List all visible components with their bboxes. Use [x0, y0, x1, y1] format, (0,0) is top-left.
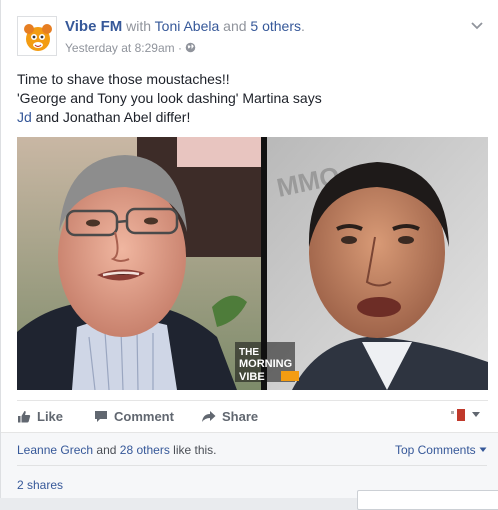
meta-separator: · [177, 41, 182, 55]
post-actions-bar: Like Comment Share [17, 400, 488, 430]
post-photo[interactable]: MMO THE MORNING VIBE [17, 137, 488, 390]
post-options-chevron-icon[interactable] [470, 18, 484, 30]
and-word: and [223, 18, 247, 34]
post-footer: Leanne Grech and 28 others like this. To… [1, 432, 498, 498]
page-avatar[interactable] [17, 16, 57, 56]
photo-caption-text: MORNING [239, 358, 292, 370]
others-link[interactable]: 5 others [250, 18, 301, 34]
shares-link[interactable]: 2 shares [17, 478, 63, 492]
comment-button[interactable]: Comment [94, 409, 174, 424]
top-comments-label: Top Comments [394, 443, 476, 457]
with-word: with [126, 18, 152, 34]
likes-and-word: and [96, 443, 117, 457]
footer-divider [17, 465, 487, 466]
caret-down-icon [479, 447, 487, 452]
like-label: Like [37, 409, 64, 424]
thumbs-up-icon [18, 410, 31, 423]
trailing-period: . [301, 18, 305, 34]
share-button[interactable]: Share [201, 409, 258, 424]
likes-suffix: like this. [173, 443, 217, 457]
mention-link[interactable]: Jd [17, 109, 32, 125]
post-text-line: Time to shave those moustaches!! [17, 71, 230, 87]
globe-icon[interactable] [185, 41, 196, 55]
top-comments-dropdown[interactable]: Top Comments [395, 443, 487, 457]
post-text-rest: and Jonathan Abel differ! [31, 109, 191, 125]
photo-image: MMO THE MORNING VIBE [17, 137, 488, 390]
post-meta: Yesterday at 8:29am · [65, 41, 196, 55]
likes-summary: Leanne Grech and 28 others like this. [17, 443, 217, 457]
tagged-person-link[interactable]: Toni Abela [155, 18, 220, 34]
vibe-fm-logo-icon [18, 17, 56, 55]
post-text-line: 'George and Tony you look dashing' Marti… [17, 90, 322, 106]
like-button[interactable]: Like [17, 409, 63, 424]
post-author-line: Vibe FM with Toni Abela and 5 others. [65, 18, 305, 35]
timestamp-link[interactable]: Yesterday at 8:29am [65, 41, 175, 55]
photo-caption-text: THE [239, 347, 259, 358]
share-arrow-icon [202, 411, 216, 422]
post-card: Vibe FM with Toni Abela and 5 others. Ye… [0, 0, 498, 510]
comment-icon [95, 411, 107, 422]
share-label: Share [222, 409, 259, 424]
other-likers-link[interactable]: 28 others [120, 443, 170, 457]
comment-input[interactable] [357, 490, 498, 510]
page-name-link[interactable]: Vibe FM [65, 18, 122, 35]
post-header: Vibe FM with Toni Abela and 5 others. Ye… [17, 16, 488, 60]
liker-name-link[interactable]: Leanne Grech [17, 443, 93, 457]
post-as-selector[interactable] [449, 408, 481, 422]
caret-down-icon [472, 412, 480, 417]
page-flag-icon [449, 409, 465, 421]
photo-caption-text: VIBE [239, 371, 265, 383]
post-text-line: Jd and Jonathan Abel differ! [17, 108, 487, 127]
post-message: Time to shave those moustaches!! 'George… [17, 70, 487, 127]
comment-label: Comment [114, 409, 174, 424]
